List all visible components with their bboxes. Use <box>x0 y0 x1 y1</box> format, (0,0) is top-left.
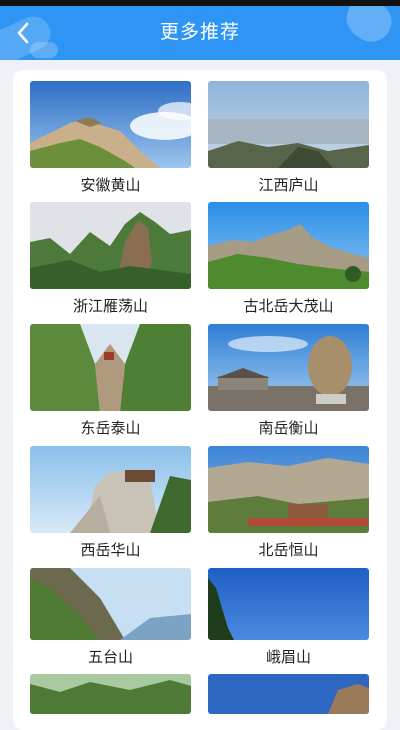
thumbnail-image <box>30 202 191 289</box>
thumbnail-image <box>208 81 369 168</box>
recommend-item-label <box>208 720 369 730</box>
recommend-item-label: 西岳华山 <box>80 541 141 559</box>
recommend-item-label: 北岳恒山 <box>258 541 319 559</box>
header-bar: 更多推荐 <box>0 6 400 60</box>
recommend-item-emeishan[interactable]: 峨眉山 <box>208 568 369 668</box>
thumbnail-image <box>30 446 191 533</box>
chevron-left-icon <box>17 22 29 44</box>
recommend-item-lushan[interactable]: 江西庐山 <box>208 81 369 196</box>
thumbnail-image <box>30 568 191 640</box>
recommend-item-label: 浙江雁荡山 <box>72 297 148 315</box>
recommend-item-label: 五台山 <box>87 648 133 666</box>
recommend-list: 安徽黄山 江西庐山 浙江雁荡山 古北岳大茂山 东岳泰山 南岳衡山 西岳华山 北岳… <box>13 70 387 730</box>
recommend-item[interactable] <box>30 674 191 730</box>
recommend-item-label <box>30 720 191 730</box>
recommend-item-taishan[interactable]: 东岳泰山 <box>30 324 191 439</box>
thumbnail-image <box>208 568 369 640</box>
recommend-item-label: 南岳衡山 <box>258 419 319 437</box>
recommend-item-label: 江西庐山 <box>258 176 319 194</box>
recommend-item-label: 古北岳大茂山 <box>243 297 334 315</box>
recommend-item-huangshan[interactable]: 安徽黄山 <box>30 81 191 196</box>
recommend-item-damaoshan[interactable]: 古北岳大茂山 <box>208 202 369 317</box>
recommend-item-label: 峨眉山 <box>265 648 311 666</box>
recommend-item-hengshan-north[interactable]: 北岳恒山 <box>208 446 369 561</box>
thumbnail-image <box>30 674 191 714</box>
thumbnail-image <box>208 202 369 289</box>
recommend-item-huashan[interactable]: 西岳华山 <box>30 446 191 561</box>
recommend-item-label: 东岳泰山 <box>80 419 141 437</box>
recommend-item[interactable] <box>208 674 369 730</box>
recommend-item-hengshan-south[interactable]: 南岳衡山 <box>208 324 369 439</box>
thumbnail-image <box>208 324 369 411</box>
page-title: 更多推荐 <box>159 21 240 43</box>
recommend-item-yandangshan[interactable]: 浙江雁荡山 <box>30 202 191 317</box>
recommend-item-wutaishan[interactable]: 五台山 <box>30 568 191 668</box>
thumbnail-image <box>208 674 369 714</box>
back-button[interactable] <box>8 16 38 50</box>
thumbnail-image <box>30 81 191 168</box>
thumbnail-image <box>30 324 191 411</box>
thumbnail-image <box>208 446 369 533</box>
recommend-item-label: 安徽黄山 <box>80 176 141 194</box>
